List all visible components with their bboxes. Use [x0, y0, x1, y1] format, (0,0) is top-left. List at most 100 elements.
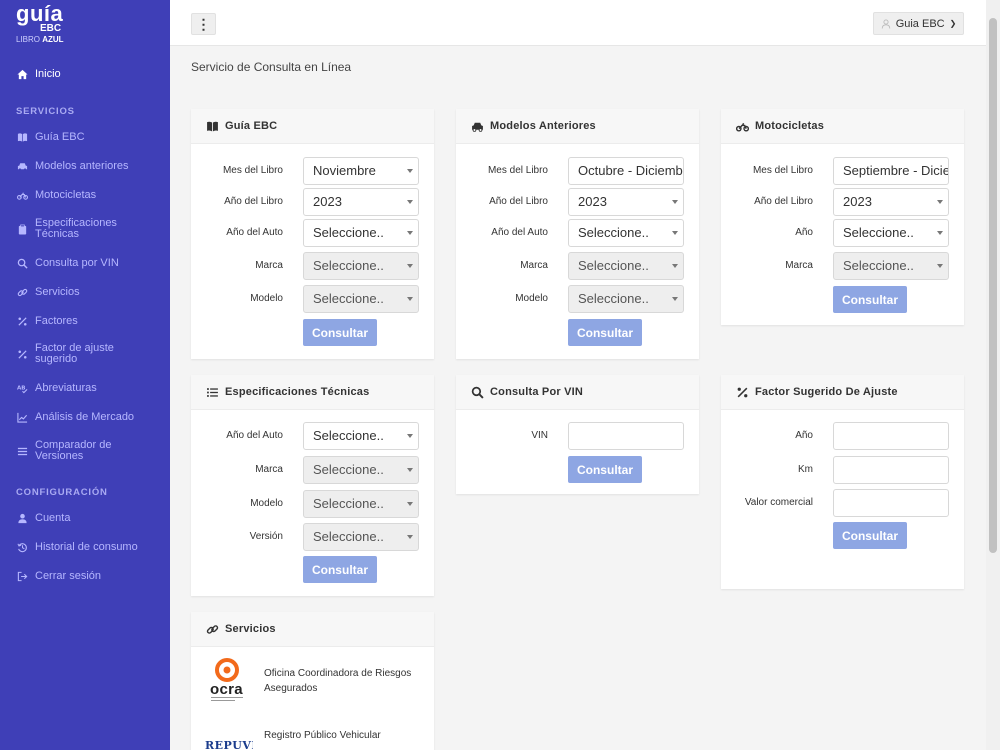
form-row: Mes del Libro Octubre - Diciembre — [456, 157, 699, 185]
panel-title: Factor Sugerido De Ajuste — [755, 386, 898, 398]
consultar-button[interactable]: Consultar — [303, 556, 377, 583]
mes-libro-select[interactable]: Octubre - Diciembre — [568, 157, 684, 185]
user-menu-button[interactable]: Guia EBC ❯ — [873, 12, 964, 35]
sidebar-item-comparador[interactable]: Comparador de Versiones — [0, 437, 170, 465]
panel-motocicletas: Motocicletas Mes del Libro Septiembre - … — [721, 109, 964, 325]
panel-header: Modelos Anteriores — [456, 109, 699, 144]
field-label: Modelo — [250, 293, 283, 304]
vin-input[interactable] — [568, 422, 684, 450]
consultar-button[interactable]: Consultar — [568, 456, 642, 483]
panel-title: Especificaciones Técnicas — [225, 386, 370, 398]
sidebar-item-analisis-mercado[interactable]: Análisis de Mercado — [0, 403, 170, 431]
form-row: Modelo Seleccione.. — [191, 490, 434, 518]
motorcycle-icon — [735, 119, 749, 133]
history-icon — [16, 541, 28, 553]
marca-select[interactable]: Seleccione.. — [303, 252, 419, 280]
anio-libro-select[interactable]: 2023 — [568, 188, 684, 216]
clipboard-icon — [16, 223, 28, 235]
form-row: Mes del Libro Septiembre - Diciembre — [721, 157, 964, 185]
sidebar-item-servicios[interactable]: Servicios — [0, 278, 170, 306]
field-label: Marca — [255, 464, 283, 475]
anio-input[interactable] — [833, 422, 949, 450]
sidebar-item-guia-ebc[interactable]: Guía EBC — [0, 123, 170, 151]
form-row: Año Seleccione.. — [721, 219, 964, 247]
panel-title: Consulta Por VIN — [490, 386, 584, 398]
consultar-button[interactable]: Consultar — [833, 286, 907, 313]
valor-comercial-input[interactable] — [833, 489, 949, 517]
car-icon — [16, 160, 28, 172]
percent-icon — [16, 315, 28, 327]
field-label: Mes del Libro — [487, 165, 548, 176]
sidebar-section-servicios: SERVICIOS — [16, 106, 75, 117]
form-row: Año del Libro 2023 — [456, 188, 699, 216]
form-row: Marca Seleccione.. — [191, 252, 434, 280]
field-label: Mes del Libro — [222, 165, 283, 176]
anio-libro-select[interactable]: 2023 — [833, 188, 949, 216]
ocra-logo: ocra — [207, 657, 247, 707]
sidebar-item-factores[interactable]: Factores — [0, 307, 170, 335]
panel-title: Guía EBC — [225, 120, 278, 132]
anio-auto-select[interactable]: Seleccione.. — [568, 219, 684, 247]
marca-select[interactable]: Seleccione.. — [303, 456, 419, 484]
page-scrollbar[interactable] — [986, 0, 1000, 750]
chevron-down-icon: ❯ — [949, 19, 957, 28]
mes-libro-select[interactable]: Noviembre — [303, 157, 419, 185]
list-icon — [16, 445, 28, 457]
anio-select[interactable]: Seleccione.. — [833, 219, 949, 247]
list-icon — [205, 385, 219, 399]
panel-guia-ebc: Guía EBC Mes del Libro Noviembre Año del… — [191, 109, 434, 359]
form-row: VIN — [456, 422, 699, 450]
sidebar-item-historial[interactable]: Historial de consumo — [0, 533, 170, 561]
sidebar-item-consulta-vin[interactable]: Consulta por VIN — [0, 249, 170, 277]
modelo-select[interactable]: Seleccione.. — [568, 285, 684, 313]
anio-auto-select[interactable]: Seleccione.. — [303, 219, 419, 247]
modelo-select[interactable]: Seleccione.. — [303, 490, 419, 518]
sidebar-item-modelos-anteriores[interactable]: Modelos anteriores — [0, 152, 170, 180]
panel-header: Motocicletas — [721, 109, 964, 144]
logo-sub-text: LIBRO AZUL — [16, 35, 64, 44]
marca-select[interactable]: Seleccione.. — [833, 252, 949, 280]
sidebar: guía EBC LIBRO AZUL Inicio SERVICIOS Guí… — [0, 0, 170, 750]
scrollbar-thumb[interactable] — [989, 18, 997, 553]
field-label: Año del Auto — [491, 227, 548, 238]
anio-auto-select[interactable]: Seleccione.. — [303, 422, 419, 450]
sidebar-item-inicio[interactable]: Inicio — [0, 60, 170, 88]
version-select[interactable]: Seleccione.. — [303, 523, 419, 551]
user-menu-label: Guia EBC — [895, 17, 945, 30]
sidebar-item-factor-ajuste[interactable]: Factor de ajuste sugerido — [0, 340, 170, 368]
marca-select[interactable]: Seleccione.. — [568, 252, 684, 280]
service-item-repuve[interactable]: REPUVE Registro Público Vehicular — [191, 726, 434, 750]
panel-header: Especificaciones Técnicas — [191, 375, 434, 410]
km-input[interactable] — [833, 456, 949, 484]
user-icon — [16, 512, 28, 524]
form-row: Marca Seleccione.. — [191, 456, 434, 484]
sidebar-item-cuenta[interactable]: Cuenta — [0, 504, 170, 532]
kebab-menu-button[interactable]: ⋮ — [191, 13, 216, 35]
sidebar-item-abreviaturas[interactable]: AB Abreviaturas — [0, 374, 170, 402]
user-icon — [881, 18, 891, 29]
mes-libro-select[interactable]: Septiembre - Diciembre — [833, 157, 949, 185]
form-row: Mes del Libro Noviembre — [191, 157, 434, 185]
field-label: VIN — [531, 430, 548, 441]
field-label: Marca — [520, 260, 548, 271]
panel-especificaciones: Especificaciones Técnicas Año del Auto S… — [191, 375, 434, 596]
field-label: Año del Libro — [224, 196, 283, 207]
sign-out-icon — [16, 570, 28, 582]
sidebar-item-especificaciones[interactable]: Especificaciones Técnicas — [0, 215, 170, 243]
brand-logo[interactable]: guía EBC LIBRO AZUL — [16, 3, 64, 44]
consultar-button[interactable]: Consultar — [568, 319, 642, 346]
consultar-button[interactable]: Consultar — [833, 522, 907, 549]
top-bar: ⋮ Guia EBC ❯ — [170, 0, 986, 46]
consultar-button[interactable]: Consultar — [303, 319, 377, 346]
service-item-ocra[interactable]: ocra Oficina Coordinadora de Riesgos Ase… — [191, 657, 434, 709]
form-row: Año — [721, 422, 964, 450]
modelo-select[interactable]: Seleccione.. — [303, 285, 419, 313]
sidebar-section-configuracion: CONFIGURACIÓN — [16, 487, 108, 498]
panel-servicios: Servicios ocra Oficina Coordinadora de R… — [191, 612, 434, 750]
sidebar-item-motocicletas[interactable]: Motocicletas — [0, 181, 170, 209]
field-label: Año del Libro — [754, 196, 813, 207]
anio-libro-select[interactable]: 2023 — [303, 188, 419, 216]
field-label: Km — [798, 464, 813, 475]
sidebar-item-cerrar-sesion[interactable]: Cerrar sesión — [0, 562, 170, 590]
page-title: Servicio de Consulta en Línea — [191, 60, 352, 74]
